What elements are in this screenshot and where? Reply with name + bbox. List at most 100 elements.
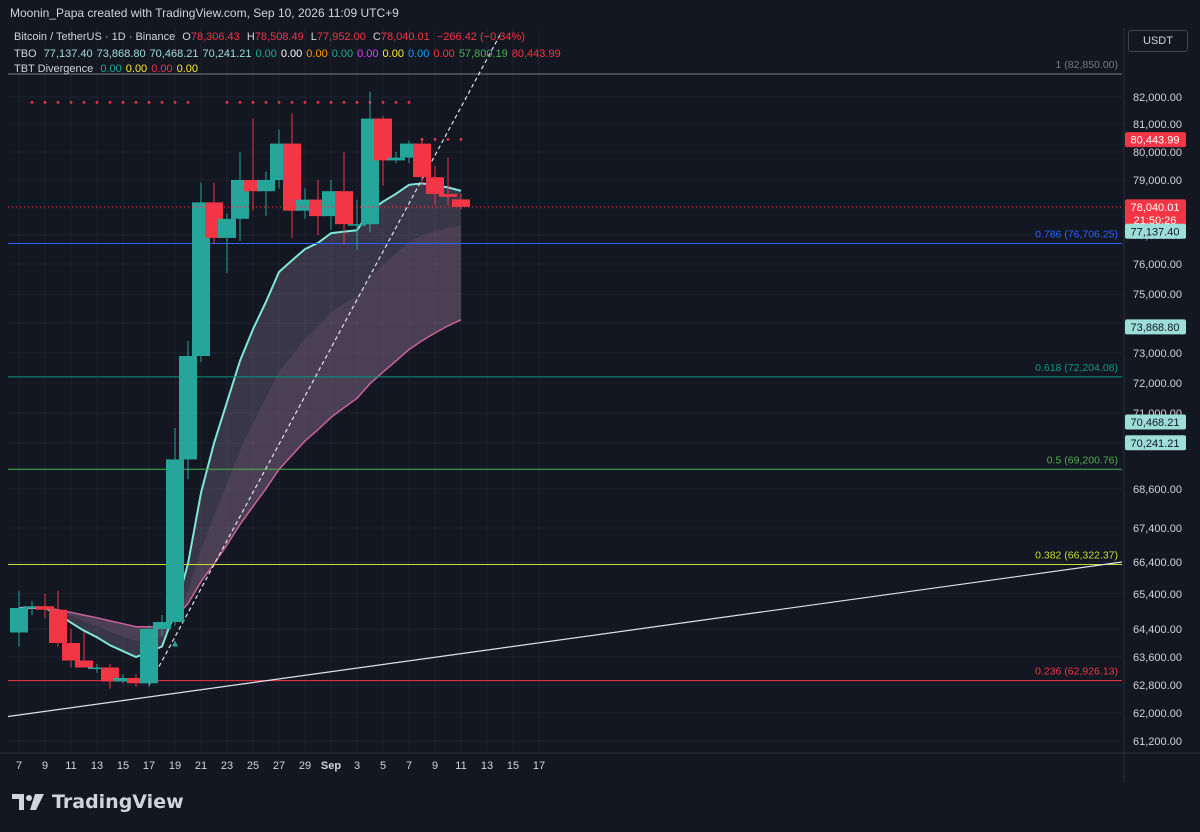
tbo-value: 0.00	[407, 48, 430, 60]
fib-level-label: 0.5 (69,200.76)	[1047, 454, 1118, 466]
price-tag-label: 77,137.40	[1131, 226, 1180, 238]
price-tick-label: 63,600.00	[1133, 652, 1182, 664]
price-tick-label: 81,000.00	[1133, 119, 1182, 131]
tbo-value: 77,137.40	[43, 48, 93, 60]
tbo-value: 0.00	[433, 48, 455, 60]
tbt-legend[interactable]: TBT Divergence 0.00 0.00 0.00 0.00	[14, 63, 206, 75]
signal-dot	[30, 101, 34, 104]
close-label: C	[372, 31, 381, 43]
price-tick-label: 75,000.00	[1133, 289, 1182, 301]
price-tick-label: 79,000.00	[1133, 175, 1182, 187]
signal-dot	[381, 101, 385, 104]
price-chart[interactable]: 1 (82,850.00) 0.786 (76,706.25) 0.618 (72,…	[0, 0, 1200, 832]
price-tag: 78,040.0121:50:26	[1125, 199, 1186, 228]
tbo-value: 0.00	[331, 48, 354, 60]
time-tick-label: 9	[42, 760, 48, 772]
fib-level-label: 0.382 (66,322.37)	[1035, 549, 1118, 561]
price-tag: 70,241.21	[1125, 435, 1186, 451]
price-tag-label: 80,443.99	[1131, 135, 1180, 147]
time-tick-label: 15	[507, 760, 519, 772]
symbol-legend[interactable]: Bitcoin / TetherUS · 1D · Binance O78,30…	[14, 31, 529, 43]
fib-level-label: 0.236 (62,926.13)	[1035, 666, 1118, 678]
time-tick-label: 13	[91, 760, 103, 772]
candle-body	[49, 609, 67, 643]
close-value: 78,040.01	[380, 31, 430, 43]
candle-body	[75, 660, 93, 668]
price-tick-label: 66,400.00	[1133, 557, 1182, 569]
tbt-values: 0.00 0.00 0.00 0.00	[100, 63, 202, 75]
tbt-value: 0.00	[100, 63, 122, 75]
tbo-value: 0.00	[280, 48, 303, 60]
tbo-label: TBO	[14, 48, 37, 60]
price-tick-label: 64,400.00	[1133, 624, 1182, 636]
signal-dot	[160, 101, 164, 104]
tbt-value: 0.00	[176, 63, 199, 75]
open-label: O	[182, 31, 191, 43]
signal-dot	[329, 101, 333, 104]
time-tick-label: 7	[16, 760, 22, 772]
price-tick-label: 73,000.00	[1133, 348, 1182, 360]
currency-selector[interactable]: USDT	[1128, 30, 1188, 52]
candle-body	[140, 629, 158, 684]
signal-dot	[43, 101, 47, 104]
signal-dot	[69, 101, 73, 104]
candle-body	[374, 118, 392, 161]
signal-dot	[108, 101, 112, 104]
time-tick-label: 13	[481, 760, 493, 772]
change-value: −266.42 (−0.34%)	[436, 31, 525, 43]
candle-body	[153, 622, 171, 629]
time-tick-label: 11	[65, 760, 76, 772]
signal-dot	[355, 101, 359, 104]
price-tick-label: 68,600.00	[1133, 484, 1182, 496]
price-tag-label: 70,241.21	[1131, 438, 1180, 450]
time-tick-label: 19	[169, 760, 181, 772]
candle-body	[348, 224, 366, 226]
fib-level-label: 0.618 (72,204.08)	[1035, 362, 1118, 374]
brand: TradingView	[12, 791, 184, 813]
chart-credit: Moonin_Papa created with TradingView.com…	[10, 6, 399, 20]
candle-body	[335, 191, 353, 225]
signal-dot	[147, 101, 151, 104]
open-value: 78,306.43	[190, 31, 240, 43]
tbo-value: 80,443.99	[511, 48, 561, 60]
signal-dot	[407, 101, 411, 104]
tbt-label: TBT Divergence	[14, 63, 94, 75]
candle-body	[413, 143, 431, 178]
tbo-value: 0.00	[382, 48, 404, 60]
tbo-value: 57,800.19	[458, 48, 508, 60]
signal-dot	[95, 101, 99, 104]
signal-dot	[225, 101, 229, 104]
tbo-values: 77,137.40 73,868.80 70,468.21 70,241.21 0.00…	[44, 48, 565, 60]
time-axis: 7 9 11 13 15 17 19 21 23 25 27 29 Sep 3 5 7 9 11 13 15 17	[16, 760, 545, 772]
price-tag: 77,137.40	[1125, 223, 1186, 239]
price-tag-label: 78,040.01	[1131, 202, 1180, 214]
price-tick-label: 80,000.00	[1133, 147, 1182, 159]
fib-level-label: 1 (82,850.00)	[1056, 59, 1118, 71]
low-label: L	[310, 31, 317, 43]
tbo-legend[interactable]: TBO 77,137.40 73,868.80 70,468.21 70,241.21…	[14, 48, 569, 60]
price-tag: 73,868.80	[1125, 319, 1186, 335]
signal-dot	[134, 101, 138, 104]
price-tick-label: 62,000.00	[1133, 708, 1182, 720]
time-tick-label: 3	[354, 760, 360, 772]
signal-dot	[433, 138, 437, 141]
tbo-value: 0.00	[357, 48, 379, 60]
price-tick-label: 62,800.00	[1133, 680, 1182, 692]
signal-dot	[459, 138, 463, 141]
time-tick-label: 11	[455, 760, 466, 772]
candle-body	[36, 606, 54, 610]
candle-body	[387, 157, 405, 161]
signal-dot	[173, 101, 177, 104]
signal-dot	[264, 101, 268, 104]
signal-dots	[30, 101, 463, 141]
signal-dot	[303, 101, 307, 104]
time-tick-label: 17	[143, 760, 155, 772]
indicator-band-fill	[19, 183, 461, 657]
signal-dot	[121, 101, 125, 104]
brand-name: TradingView	[52, 791, 184, 813]
price-tick-label: 65,400.00	[1133, 589, 1182, 601]
tbt-value: 0.00	[151, 63, 173, 75]
price-tick-label: 82,000.00	[1133, 92, 1182, 104]
signal-dot	[82, 101, 86, 104]
price-tick-label: 61,200.00	[1133, 736, 1182, 748]
